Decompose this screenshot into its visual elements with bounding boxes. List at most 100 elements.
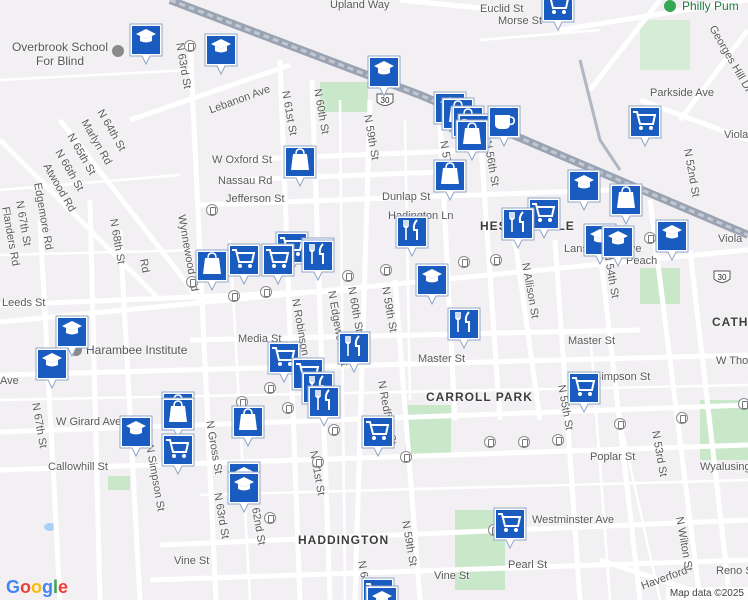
street-label: Euclid St — [480, 3, 524, 15]
shopping-cart-marker[interactable] — [492, 506, 528, 550]
restaurant-marker[interactable] — [446, 306, 482, 350]
school-icon — [567, 169, 601, 212]
shopping-bag-marker[interactable] — [282, 144, 318, 188]
park-poi-icon — [664, 0, 676, 12]
school-icon — [365, 585, 399, 600]
school-poi-icon — [112, 45, 124, 57]
shopping-bag-icon — [433, 159, 467, 202]
street-label: Simpson St — [594, 371, 651, 383]
shopping-bag-marker[interactable] — [432, 158, 468, 202]
bus-stop-icon[interactable] — [490, 254, 502, 266]
bus-stop-icon[interactable] — [458, 256, 470, 268]
shopping-cart-marker[interactable] — [260, 242, 296, 286]
shopping-cart-marker[interactable] — [160, 432, 196, 476]
street-label: Reno St — [716, 565, 748, 577]
bus-stop-icon[interactable] — [676, 412, 688, 424]
restaurant-icon — [337, 331, 371, 374]
school-marker[interactable] — [34, 346, 70, 390]
street-label: Master St — [568, 335, 616, 347]
neighborhood-label: CATHE — [712, 315, 748, 329]
shopping-cart-icon — [567, 371, 601, 414]
shopping-bag-marker[interactable] — [230, 404, 266, 448]
bus-stop-icon[interactable] — [184, 40, 196, 52]
map-canvas[interactable]: 30 30 HESTONVILLE CARROLL PARK HADDINGTO… — [0, 0, 748, 600]
shopping-cart-marker[interactable] — [540, 0, 576, 32]
school-marker[interactable] — [118, 414, 154, 458]
logo-letter: g — [42, 577, 54, 597]
school-icon — [415, 263, 449, 306]
shopping-cart-marker[interactable] — [627, 104, 663, 148]
route-30-shield: 30 — [713, 270, 731, 286]
logo-letter: o — [20, 577, 32, 597]
street-label: Wyalusing — [700, 461, 748, 473]
shopping-cart-icon — [541, 0, 575, 32]
school-marker[interactable] — [566, 168, 602, 212]
coffee-marker[interactable] — [486, 104, 522, 148]
school-icon — [35, 347, 69, 390]
street-label: Callowhill St — [48, 461, 108, 473]
street-label: W Girard Ave — [56, 416, 122, 428]
street-label: Nassau Rd — [218, 175, 273, 187]
bus-stop-icon[interactable] — [312, 456, 324, 468]
restaurant-icon — [395, 215, 429, 258]
school-marker[interactable] — [654, 218, 690, 262]
school-marker[interactable] — [414, 262, 450, 306]
school-marker[interactable] — [366, 54, 402, 98]
restaurant-icon — [307, 385, 341, 428]
shopping-bag-marker[interactable] — [194, 248, 230, 292]
street-label: Rd — [137, 257, 152, 274]
restaurant-marker[interactable] — [306, 384, 342, 428]
street-label: W Thompson St — [716, 355, 748, 367]
bus-stop-icon[interactable] — [614, 418, 626, 430]
logo-letter: o — [31, 577, 43, 597]
street-label: Viola — [718, 233, 743, 245]
school-marker[interactable] — [600, 224, 636, 268]
bus-stop-icon[interactable] — [380, 264, 392, 276]
neighborhood-label: CARROLL PARK — [426, 390, 533, 404]
poi-label[interactable]: Philly Pum — [682, 0, 739, 12]
map-attribution[interactable]: Map data ©2025 — [665, 587, 748, 600]
shopping-bag-marker[interactable] — [608, 182, 644, 226]
street-label: Dunlap St — [382, 191, 431, 203]
restaurant-icon — [501, 207, 535, 250]
bus-stop-icon[interactable] — [264, 512, 276, 524]
street-label: Vine St — [174, 555, 210, 567]
coffee-icon — [487, 105, 521, 148]
poi-label[interactable]: Harambee Institute — [86, 344, 187, 356]
restaurant-marker[interactable] — [300, 238, 336, 282]
shopping-bag-marker[interactable] — [454, 118, 490, 162]
school-icon — [129, 23, 163, 66]
bus-stop-icon[interactable] — [518, 436, 530, 448]
school-marker[interactable] — [226, 470, 262, 514]
bus-stop-icon[interactable] — [342, 270, 354, 282]
google-logo[interactable]: Google — [6, 577, 68, 598]
bus-stop-icon[interactable] — [400, 451, 412, 463]
shopping-cart-icon — [628, 105, 662, 148]
bus-stop-icon[interactable] — [484, 436, 496, 448]
logo-letter: e — [58, 577, 69, 597]
shopping-cart-icon — [261, 243, 295, 286]
school-marker[interactable] — [128, 22, 164, 66]
shopping-bag-icon — [283, 145, 317, 188]
neighborhood-label: HADDINGTON — [298, 533, 390, 547]
shopping-cart-marker[interactable] — [226, 242, 262, 286]
school-marker[interactable] — [364, 584, 400, 600]
shopping-cart-marker[interactable] — [360, 414, 396, 458]
bus-stop-icon[interactable] — [552, 434, 564, 446]
street-label: Master St — [418, 353, 466, 365]
restaurant-icon — [301, 239, 335, 282]
bus-stop-icon[interactable] — [738, 398, 748, 410]
restaurant-marker[interactable] — [336, 330, 372, 374]
shopping-cart-icon — [227, 243, 261, 286]
bus-stop-icon[interactable] — [206, 204, 218, 216]
shopping-cart-icon — [161, 433, 195, 476]
poi-label[interactable]: Overbrook School For Blind — [8, 40, 112, 68]
shopping-cart-marker[interactable] — [566, 370, 602, 414]
shopping-cart-icon — [493, 507, 527, 550]
school-marker[interactable] — [203, 32, 239, 76]
restaurant-marker[interactable] — [500, 206, 536, 250]
bus-stop-icon[interactable] — [282, 402, 294, 414]
bus-stop-icon[interactable] — [260, 286, 272, 298]
restaurant-marker[interactable] — [394, 214, 430, 258]
school-icon — [119, 415, 153, 458]
